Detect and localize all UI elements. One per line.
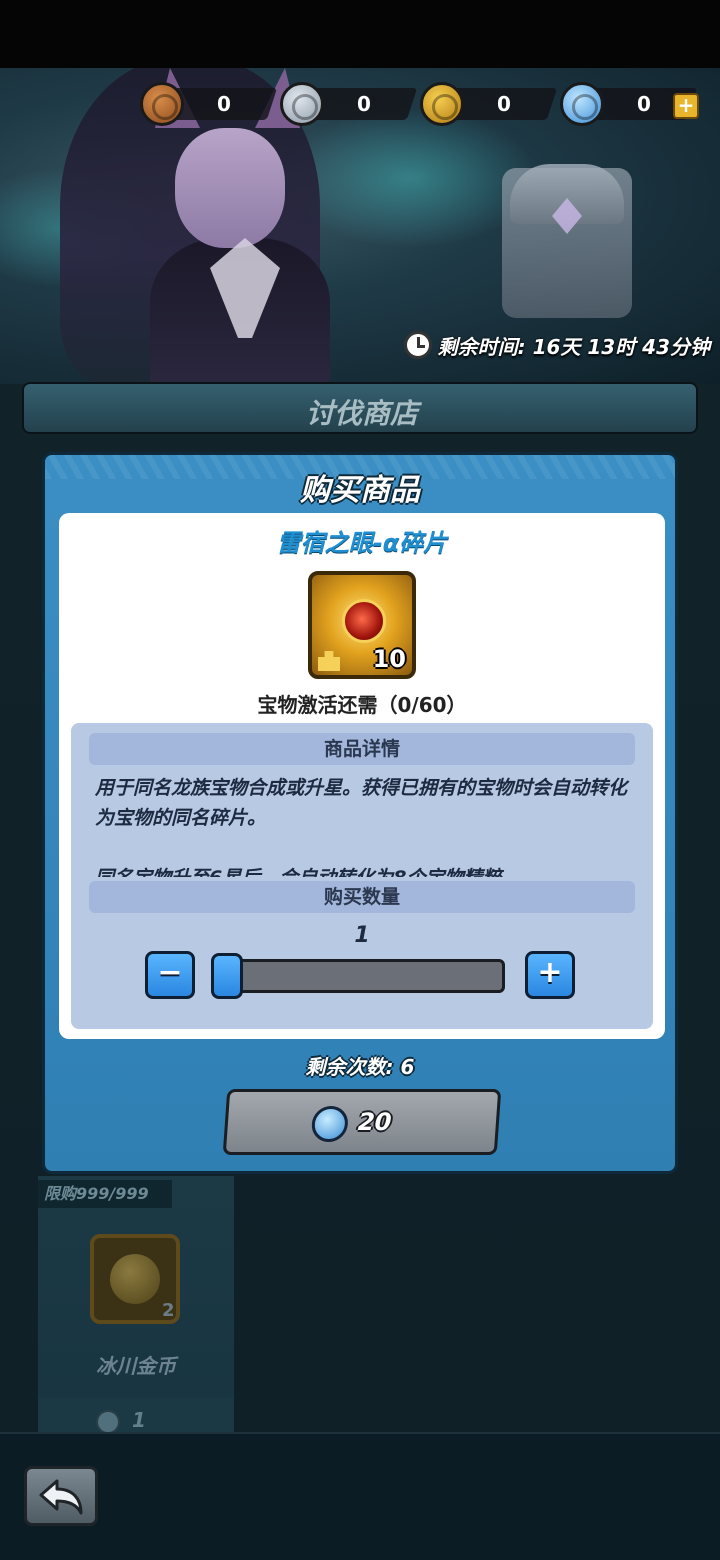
- quantity-slider-thumb[interactable]: [211, 953, 243, 999]
- description-paragraph: 同名宝物升至6星后，会自动转化为8个宝物精粹: [95, 863, 635, 877]
- gold-coin-icon: [420, 82, 464, 126]
- back-button[interactable]: [24, 1466, 98, 1526]
- remaining-time: 剩余时间: 16天 13时 43分钟: [403, 330, 710, 360]
- item-icon: 10: [308, 571, 416, 679]
- currency-gold: 0: [420, 82, 560, 126]
- purchase-limit-badge: 限购999/999: [38, 1180, 172, 1208]
- item-name: 雷宿之眼-α碎片: [276, 529, 448, 557]
- currency-bronze: 0: [140, 82, 280, 126]
- shop-title: 讨伐商店: [305, 397, 418, 430]
- decrease-quantity-button[interactable]: −: [145, 951, 195, 999]
- dialog-title: 购买商品: [300, 473, 420, 508]
- currency-bar: 0 0 0 0: [140, 82, 700, 126]
- bottom-bar: [0, 1432, 720, 1560]
- clock-icon: [403, 331, 432, 359]
- shop-title-bar: 讨伐商店: [22, 382, 698, 434]
- back-arrow-icon: [39, 1479, 83, 1515]
- currency-value: 0: [637, 92, 651, 116]
- increase-quantity-button[interactable]: +: [525, 951, 575, 999]
- item-description[interactable]: 用于同名龙族宝物合成或升星。获得已拥有的宝物时会自动转化为宝物的同名碎片。 同名…: [95, 773, 635, 877]
- quantity-slider[interactable]: [213, 959, 505, 993]
- fragment-icon: [318, 651, 340, 671]
- currency-silver: 0: [280, 82, 420, 126]
- currency-value: 0: [217, 92, 231, 116]
- price-label: 20: [357, 1108, 393, 1136]
- shop-item-name: 冰川金币: [96, 1354, 176, 1378]
- dragon-eye-icon: [342, 599, 386, 643]
- details-heading: 商品详情: [89, 733, 635, 765]
- currency-value: 0: [357, 92, 371, 116]
- buy-button[interactable]: 20: [222, 1089, 502, 1155]
- description-paragraph: 用于同名龙族宝物合成或升星。获得已拥有的宝物时会自动转化为宝物的同名碎片。: [95, 777, 628, 829]
- shop-item-qty: 2: [162, 1300, 175, 1321]
- currency-value: 0: [497, 92, 511, 116]
- item-quantity: 10: [372, 645, 406, 673]
- remaining-purchases: 剩余次数: 6: [305, 1055, 415, 1079]
- item-details-box: 商品详情 用于同名龙族宝物合成或升星。获得已拥有的宝物时会自动转化为宝物的同名碎…: [71, 723, 653, 1029]
- activation-requirement: 宝物激活还需（0/60）: [257, 693, 467, 717]
- purchase-dialog: 购买商品 雷宿之眼-α碎片 10 宝物激活还需（0/60） 商品详情 用于同名龙…: [42, 452, 678, 1174]
- coin-icon: [96, 1410, 120, 1434]
- shop-item-price: 1: [132, 1408, 146, 1432]
- quantity-heading: 购买数量: [89, 881, 635, 913]
- bronze-coin-icon: [140, 82, 184, 126]
- add-currency-button[interactable]: +: [673, 93, 699, 119]
- blue-gem-coin-icon: [310, 1106, 350, 1142]
- blue-gem-coin-icon: [560, 82, 604, 126]
- dialog-content-panel: 雷宿之眼-α碎片 10 宝物激活还需（0/60） 商品详情 用于同名龙族宝物合成…: [59, 513, 665, 1039]
- quantity-value: 1: [354, 923, 370, 948]
- status-bar: [0, 0, 720, 68]
- silver-coin-icon: [280, 82, 324, 126]
- remaining-time-label: 剩余时间: 16天 13时 43分钟: [437, 334, 710, 359]
